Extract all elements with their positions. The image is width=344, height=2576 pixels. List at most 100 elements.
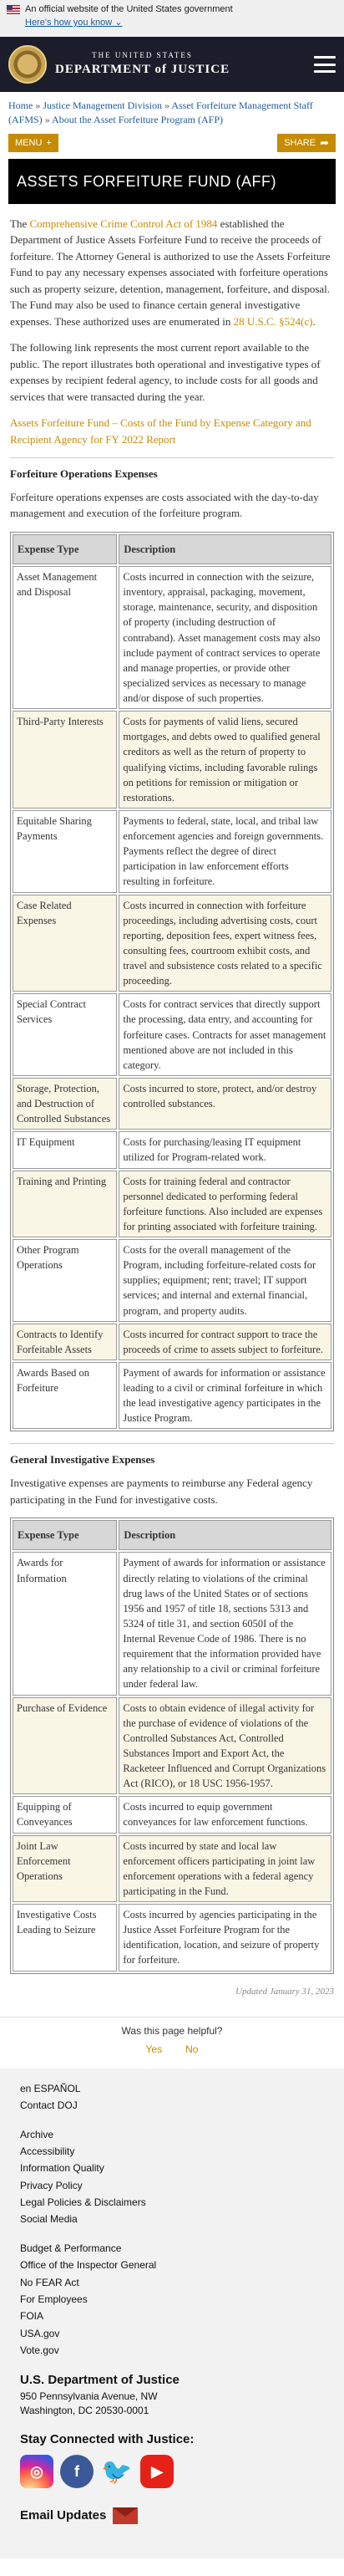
expense-type-cell: Case Related Expenses [13,894,118,992]
gov-banner-text: An official website of the United States… [25,4,233,14]
table-row: Special Contract Services Costs for contr… [13,993,331,1076]
breadcrumb-jmd[interactable]: Justice Management Division [43,99,162,111]
expense-type-cell: Asset Management and Disposal [13,566,118,710]
col-expense-type: Expense Type [13,533,118,565]
fy2022-report-link[interactable]: Assets Forfeiture Fund – Costs of the Fu… [10,416,311,446]
crime-control-act-link[interactable]: Comprehensive Crime Control Act of 1984 [29,217,217,230]
expense-description-cell: Costs incurred in connection with the se… [119,566,331,710]
general-inv-heading: General Investigative Expenses [10,1443,334,1468]
table-row: IT Equipment Costs for purchasing/leasing… [13,1131,331,1169]
facebook-icon[interactable]: f [60,2455,94,2489]
us-flag-icon [7,5,20,15]
table-row: Equipping of Conveyances Costs incurred t… [13,1796,331,1834]
chevron-down-icon: ⌄ [114,17,123,28]
expense-type-cell: Storage, Protection, and Destruction of … [13,1077,118,1130]
footer-link[interactable]: USA.gov [20,2328,59,2339]
expense-description-cell: Costs incurred to store, protect, and/or… [119,1077,331,1130]
expense-type-cell: Equitable Sharing Payments [13,809,118,893]
expense-type-cell: Contracts to Identify Forfeitable Assets [13,1323,118,1360]
table-row: Training and Printing Costs for training … [13,1170,331,1238]
stay-connected-heading: Stay Connected with Justice: [20,2431,195,2446]
youtube-icon[interactable]: ▶ [140,2455,174,2489]
expense-type-cell: Investigative Costs Leading to Seizure [13,1904,118,1972]
footer-link[interactable]: Archive [20,2129,53,2140]
footer-lang-links: en ESPAÑOL Contact DOJ [20,2080,324,2114]
main-content: The Comprehensive Crime Control Act of 1… [0,204,344,2017]
general-inv-description: Investigative expenses are payments to r… [10,1477,313,1506]
table-row: Contracts to Identify Forfeitable Assets… [13,1323,331,1360]
expense-type-cell: Third-Party Interests [13,711,118,809]
share-button[interactable]: SHARE ➦ [277,133,336,152]
footer-link[interactable]: No FEAR Act [20,2277,79,2288]
breadcrumb-home[interactable]: Home [8,99,33,111]
brand-top-line: THE UNITED STATES [92,50,193,59]
table-row: Storage, Protection, and Destruction of … [13,1077,331,1130]
expense-description-cell: Costs to obtain evidence of illegal acti… [119,1696,331,1795]
gov-banner: An official website of the United States… [0,0,344,37]
footer-link[interactable]: Office of the Inspector General [20,2259,156,2271]
col-description: Description [119,533,331,565]
general-inv-table: Expense Type Description Awards for Info… [10,1518,334,1974]
footer-link-espanol[interactable]: en ESPAÑOL [20,2083,80,2094]
expense-description-cell: Costs incurred for contract support to t… [119,1323,331,1360]
share-arrow-icon: ➦ [320,135,329,149]
expense-description-cell: Costs for contract services that directl… [119,993,331,1076]
helpful-question: Was this page helpful? [121,2025,223,2038]
helpful-yes-button[interactable]: Yes [146,2043,163,2057]
helpful-no-button[interactable]: No [185,2043,198,2057]
expense-description-cell: Costs incurred by agencies participating… [119,1904,331,1972]
email-updates-link[interactable]: Email Updates [20,2507,324,2525]
expense-type-cell: IT Equipment [13,1131,118,1169]
intro-paragraph-2: The following link represents the most c… [10,341,321,403]
updated-date: Updated January 31, 2023 [235,1986,334,1997]
how-you-know-link[interactable]: Here's how you know ⌄ [25,18,123,28]
expense-description-cell: Payment of awards for information or ass… [119,1361,331,1430]
expense-type-cell: Training and Printing [13,1170,118,1238]
forfeiture-ops-table: Expense Type Description Asset Managemen… [10,531,334,1432]
page-title: ASSETS FORFEITURE FUND (AFF) [17,172,276,190]
footer-link[interactable]: Social Media [20,2213,78,2225]
expense-type-cell: Awards for Information [13,1552,118,1696]
usc-524c-link[interactable]: 28 U.S.C. §524(c) [234,315,313,328]
footer-doj-name: U.S. Department of Justice [20,2373,180,2388]
brand-name: DEPARTMENT of JUSTICE [55,62,230,76]
expense-type-cell: Joint Law Enforcement Operations [13,1834,118,1903]
footer-links-group-2: Budget & Performance Office of the Inspec… [20,2240,324,2359]
table-row: Awards for Information Payment of awards … [13,1552,331,1696]
breadcrumb-afp[interactable]: About the Asset Forfeiture Program (AFP) [52,114,223,125]
expense-description-cell: Costs for the overall management of the … [119,1239,331,1322]
footer-address: 950 Pennsylvania Avenue, NW Washington, … [20,2390,158,2417]
instagram-icon[interactable]: ◎ [20,2455,53,2489]
footer-link[interactable]: FOIA [20,2310,43,2322]
footer-link[interactable]: Budget & Performance [20,2242,121,2254]
expense-description-cell: Costs incurred in connection with forfei… [119,894,331,992]
twitter-icon[interactable]: 🐦 [100,2455,134,2488]
footer-link[interactable]: For Employees [20,2293,88,2305]
table-row: Equitable Sharing Payments Payments to fe… [13,809,331,893]
footer-link[interactable]: Accessibility [20,2145,74,2157]
expense-description-cell: Payment of awards for information or ass… [119,1552,331,1696]
doj-seal-icon[interactable] [8,45,47,84]
footer-link[interactable]: Information Quality [20,2162,104,2174]
intro-paragraph-1: The Comprehensive Crime Control Act of 1… [10,217,331,328]
footer-link[interactable]: Privacy Policy [20,2180,83,2191]
footer-link[interactable]: Vote.gov [20,2344,59,2356]
expense-description-cell: Costs incurred by state and local law en… [119,1834,331,1903]
expense-description-cell: Costs for training federal and contracto… [119,1170,331,1238]
forfeiture-ops-description: Forfeiture operations expenses are costs… [10,490,319,520]
hamburger-menu-icon[interactable] [314,56,336,73]
expense-description-cell: Costs for purchasing/leasing IT equipmen… [119,1131,331,1169]
footer-link[interactable]: Legal Policies & Disclaimers [20,2196,146,2208]
envelope-icon [113,2507,139,2525]
col-description: Description [119,1520,331,1551]
forfeiture-ops-heading: Forfeiture Operations Expenses [10,457,334,482]
expense-description-cell: Costs for payments of valid liens, secur… [119,711,331,809]
breadcrumb: Home » Justice Management Division » Ass… [8,99,313,125]
footer-link-contact[interactable]: Contact DOJ [20,2099,78,2111]
menu-button[interactable]: MENU + [8,133,58,152]
page-title-bar: ASSETS FORFEITURE FUND (AFF) [8,158,336,204]
site-brand[interactable]: THE UNITED STATES DEPARTMENT of JUSTICE [55,50,230,79]
footer-links-group-1: Archive Accessibility Information Quality P… [20,2126,324,2228]
expense-type-cell: Awards Based on Forfeiture [13,1361,118,1430]
table-row: Awards Based on Forfeiture Payment of awa… [13,1361,331,1430]
